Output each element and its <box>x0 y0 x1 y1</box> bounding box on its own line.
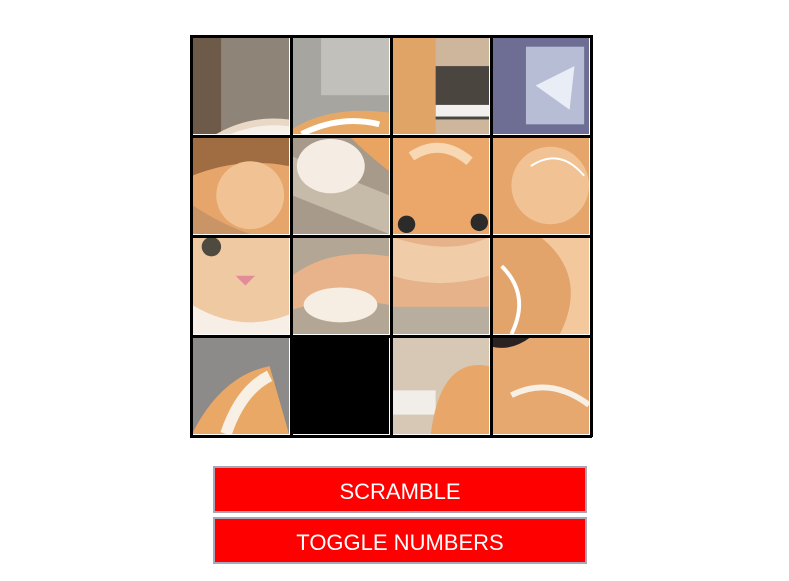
puzzle-tile[interactable] <box>192 37 289 134</box>
puzzle-tile[interactable] <box>192 237 289 334</box>
puzzle-tile[interactable] <box>292 237 389 334</box>
puzzle-tile[interactable] <box>292 137 389 234</box>
puzzle-tile[interactable] <box>392 337 489 434</box>
puzzle-tile[interactable] <box>392 37 489 134</box>
puzzle-tile[interactable] <box>292 37 389 134</box>
scramble-button[interactable]: SCRAMBLE <box>213 466 587 513</box>
puzzle-tile[interactable] <box>492 137 589 234</box>
puzzle-tile[interactable] <box>492 237 589 334</box>
puzzle-tile[interactable] <box>392 237 489 334</box>
toggle-numbers-button[interactable]: TOGGLE NUMBERS <box>213 517 587 564</box>
puzzle-tile[interactable] <box>192 337 289 434</box>
puzzle-tile[interactable] <box>492 337 589 434</box>
puzzle-board <box>190 35 593 438</box>
puzzle-tile[interactable] <box>392 137 489 234</box>
puzzle-tile[interactable] <box>192 137 289 234</box>
grid-line <box>190 435 592 438</box>
empty-tile <box>292 337 389 434</box>
grid-line <box>590 35 593 437</box>
puzzle-tile[interactable] <box>492 37 589 134</box>
